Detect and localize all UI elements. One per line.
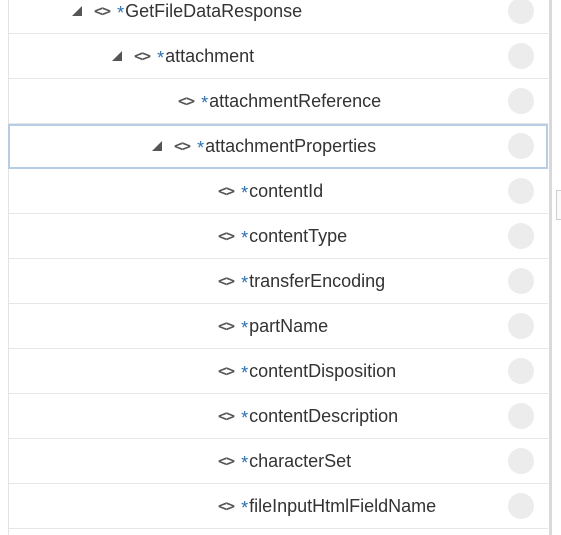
required-marker: * (241, 317, 249, 338)
required-marker: * (241, 452, 249, 473)
status-dot-icon[interactable] (508, 358, 534, 384)
tree-row-contentdisposition[interactable]: <> * contentDisposition (8, 349, 548, 394)
required-marker: * (241, 497, 249, 518)
tree-row-label: contentType (249, 225, 348, 246)
element-brackets-icon: <> (218, 407, 235, 425)
status-dot-icon[interactable] (508, 493, 534, 519)
schema-tree: <> * GetFileDataResponse <> * attachment… (8, 0, 548, 529)
tree-row-transferencoding[interactable]: <> * transferEncoding (8, 259, 548, 304)
element-brackets-icon: <> (218, 272, 235, 290)
status-dot-icon[interactable] (508, 268, 534, 294)
element-brackets-icon: <> (94, 2, 111, 20)
status-dot-icon[interactable] (508, 313, 534, 339)
required-marker: * (201, 92, 209, 113)
collapse-triangle-icon[interactable] (70, 4, 84, 18)
required-marker: * (241, 407, 249, 428)
tree-row-getfiledataresponse[interactable]: <> * GetFileDataResponse (8, 0, 548, 34)
element-brackets-icon: <> (134, 47, 151, 65)
tree-row-label: contentDisposition (249, 360, 397, 381)
tree-row-label: transferEncoding (249, 270, 386, 291)
element-brackets-icon: <> (218, 227, 235, 245)
element-brackets-icon: <> (174, 137, 191, 155)
tree-row-attachment[interactable]: <> * attachment (8, 34, 548, 79)
tree-row-label: contentDescription (249, 405, 399, 426)
required-marker: * (117, 2, 125, 23)
status-dot-icon[interactable] (508, 448, 534, 474)
tree-row-contentid[interactable]: <> * contentId (8, 169, 548, 214)
collapse-triangle-icon[interactable] (110, 49, 124, 63)
tree-row-label: attachmentProperties (205, 135, 377, 156)
element-brackets-icon: <> (218, 317, 235, 335)
tree-row-partname[interactable]: <> * partName (8, 304, 548, 349)
element-brackets-icon: <> (218, 452, 235, 470)
tree-row-attachmentproperties[interactable]: <> * attachmentProperties (8, 124, 548, 169)
required-marker: * (241, 182, 249, 203)
status-dot-icon[interactable] (508, 403, 534, 429)
required-marker: * (241, 362, 249, 383)
element-brackets-icon: <> (218, 497, 235, 515)
status-dot-icon[interactable] (508, 223, 534, 249)
tree-row-contentdescription[interactable]: <> * contentDescription (8, 394, 548, 439)
tree-row-attachmentreference[interactable]: <> * attachmentReference (8, 79, 548, 124)
collapse-triangle-icon[interactable] (150, 139, 164, 153)
status-dot-icon[interactable] (508, 88, 534, 114)
required-marker: * (197, 137, 205, 158)
required-marker: * (241, 272, 249, 293)
status-dot-icon[interactable] (508, 178, 534, 204)
element-brackets-icon: <> (218, 182, 235, 200)
tree-row-label: characterSet (249, 450, 352, 471)
tree-row-label: GetFileDataResponse (125, 0, 303, 21)
element-brackets-icon: <> (178, 92, 195, 110)
tree-row-contenttype[interactable]: <> * contentType (8, 214, 548, 259)
tree-row-label: partName (249, 315, 329, 336)
tree-row-label: fileInputHtmlFieldName (249, 495, 437, 516)
tree-row-label: attachmentReference (209, 90, 382, 111)
status-dot-icon[interactable] (508, 43, 534, 69)
tree-row-label: contentId (249, 180, 324, 201)
required-marker: * (241, 227, 249, 248)
tree-row-fileinputhtmlfieldname[interactable]: <> * fileInputHtmlFieldName (8, 484, 548, 529)
tree-row-label: attachment (165, 45, 255, 66)
element-brackets-icon: <> (218, 362, 235, 380)
panel-edge-handle[interactable] (556, 190, 561, 220)
tree-row-characterset[interactable]: <> * characterSet (8, 439, 548, 484)
required-marker: * (157, 47, 165, 68)
vertical-scrollbar[interactable] (549, 0, 552, 535)
status-dot-icon[interactable] (508, 133, 534, 159)
status-dot-icon[interactable] (508, 0, 534, 24)
